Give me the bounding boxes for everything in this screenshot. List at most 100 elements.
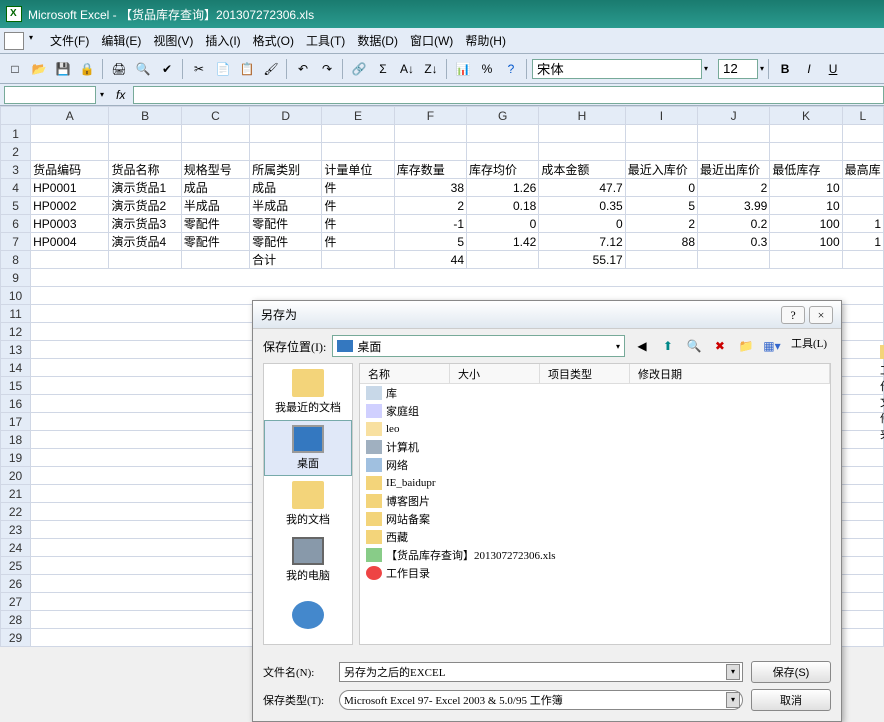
row-header[interactable]: 17 <box>1 413 31 431</box>
save-location-combo[interactable]: 桌面 ▾ <box>332 335 625 357</box>
place-recent[interactable]: 我最近的文档 <box>264 364 352 420</box>
tools-menu[interactable]: 工具(L) <box>787 335 831 357</box>
menu-view[interactable]: 视图(V) <box>147 29 199 52</box>
up-button[interactable]: ⬆ <box>657 335 679 357</box>
new-folder-button[interactable]: 📁 <box>735 335 757 357</box>
menu-format[interactable]: 格式(O) <box>247 29 300 52</box>
views-button[interactable]: ▦▾ <box>761 335 783 357</box>
format-painter-button[interactable]: 🖌 <box>260 58 282 80</box>
list-item[interactable]: 工作目录 <box>360 564 830 582</box>
filetype-combo[interactable]: Microsoft Excel 97- Excel 2003 & 5.0/95 … <box>339 690 743 710</box>
select-all-corner[interactable] <box>1 107 31 125</box>
col-size[interactable]: 大小 <box>450 364 540 383</box>
back-button[interactable]: ◀ <box>631 335 653 357</box>
row-header[interactable]: 28 <box>1 611 31 629</box>
paste-button[interactable]: 📋 <box>236 58 258 80</box>
row-header[interactable]: 16 <box>1 395 31 413</box>
row-header[interactable]: 24 <box>1 539 31 557</box>
file-list[interactable]: 名称 大小 项目类型 修改日期 库 工作文件夹 家庭组 leo 计算机 网络 I… <box>359 363 831 645</box>
bold-button[interactable]: B <box>774 58 796 80</box>
menu-tools[interactable]: 工具(T) <box>300 29 351 52</box>
cancel-button[interactable]: 取消 <box>751 689 831 711</box>
col-header-D[interactable]: D <box>250 107 322 125</box>
row-header[interactable]: 25 <box>1 557 31 575</box>
col-header-G[interactable]: G <box>467 107 539 125</box>
col-header-K[interactable]: K <box>770 107 842 125</box>
list-item[interactable]: 【货品库存查询】201307272306.xls <box>360 546 830 564</box>
row-header[interactable]: 7 <box>1 233 31 251</box>
cut-button[interactable]: ✂ <box>188 58 210 80</box>
row-header[interactable]: 14 <box>1 359 31 377</box>
place-desktop[interactable]: 桌面 <box>264 420 352 476</box>
col-name[interactable]: 名称 <box>360 364 450 383</box>
list-item[interactable]: 家庭组 <box>360 402 830 420</box>
save-button[interactable]: 保存(S) <box>751 661 831 683</box>
row-header[interactable]: 15 <box>1 377 31 395</box>
row-header[interactable]: 10 <box>1 287 31 305</box>
formula-input[interactable] <box>133 86 884 104</box>
col-header-E[interactable]: E <box>322 107 394 125</box>
row-header[interactable]: 26 <box>1 575 31 593</box>
col-header-A[interactable]: A <box>31 107 109 125</box>
col-header-B[interactable]: B <box>109 107 181 125</box>
save-button[interactable]: 💾 <box>52 58 74 80</box>
list-item[interactable]: 网络 <box>360 456 830 474</box>
row-header[interactable]: 9 <box>1 269 31 287</box>
sort-asc-button[interactable]: A↓ <box>396 58 418 80</box>
row-header[interactable]: 13 <box>1 341 31 359</box>
row-header[interactable]: 6 <box>1 215 31 233</box>
row-header[interactable]: 11 <box>1 305 31 323</box>
menu-data[interactable]: 数据(D) <box>351 29 404 52</box>
font-size-combo[interactable] <box>718 59 758 79</box>
menu-help[interactable]: 帮助(H) <box>459 29 512 52</box>
zoom-button[interactable]: % <box>476 58 498 80</box>
new-button[interactable]: □ <box>4 58 26 80</box>
spell-button[interactable]: ✔ <box>156 58 178 80</box>
search-button[interactable]: 🔍 <box>683 335 705 357</box>
preview-button[interactable]: 🔍 <box>132 58 154 80</box>
new-doc-icon[interactable] <box>4 32 24 50</box>
col-header-I[interactable]: I <box>625 107 697 125</box>
menu-edit[interactable]: 编辑(E) <box>95 29 147 52</box>
sum-button[interactable]: Σ <box>372 58 394 80</box>
col-type[interactable]: 项目类型 <box>540 364 630 383</box>
list-item[interactable]: 西藏 <box>360 528 830 546</box>
dialog-titlebar[interactable]: 另存为 ? × <box>253 301 841 329</box>
link-button[interactable]: 🔗 <box>348 58 370 80</box>
row-header[interactable]: 21 <box>1 485 31 503</box>
col-header-H[interactable]: H <box>539 107 625 125</box>
place-mycomputer[interactable]: 我的电脑 <box>264 532 352 588</box>
menu-file[interactable]: 文件(F) <box>44 29 95 52</box>
filename-input[interactable]: 另存为之后的EXCEL▾ <box>339 662 743 682</box>
place-network[interactable] <box>264 588 352 644</box>
dialog-help-button[interactable]: ? <box>781 306 805 324</box>
chart-button[interactable]: 📊 <box>452 58 474 80</box>
help-button[interactable]: ? <box>500 58 522 80</box>
menu-insert[interactable]: 插入(I) <box>199 29 246 52</box>
font-name-combo[interactable] <box>532 59 702 79</box>
print-button[interactable]: 🖨 <box>108 58 130 80</box>
list-item[interactable]: 库 工作文件夹 <box>360 384 830 402</box>
menu-window[interactable]: 窗口(W) <box>404 29 459 52</box>
row-header[interactable]: 27 <box>1 593 31 611</box>
row-header[interactable]: 5 <box>1 197 31 215</box>
italic-button[interactable]: I <box>798 58 820 80</box>
row-header[interactable]: 3 <box>1 161 31 179</box>
col-header-F[interactable]: F <box>394 107 466 125</box>
file-list-header[interactable]: 名称 大小 项目类型 修改日期 <box>360 364 830 384</box>
redo-button[interactable]: ↷ <box>316 58 338 80</box>
place-mydocs[interactable]: 我的文档 <box>264 476 352 532</box>
row-header[interactable]: 4 <box>1 179 31 197</box>
list-item[interactable]: 博客图片 <box>360 492 830 510</box>
row-header[interactable]: 2 <box>1 143 31 161</box>
list-item[interactable]: 网站备案 <box>360 510 830 528</box>
row-header[interactable]: 18 <box>1 431 31 449</box>
permission-button[interactable]: 🔒 <box>76 58 98 80</box>
name-box[interactable] <box>4 86 96 104</box>
row-header[interactable]: 12 <box>1 323 31 341</box>
underline-button[interactable]: U <box>822 58 844 80</box>
list-item[interactable]: leo <box>360 420 830 438</box>
fx-label[interactable]: fx <box>108 88 133 102</box>
row-header[interactable]: 19 <box>1 449 31 467</box>
sort-desc-button[interactable]: Z↓ <box>420 58 442 80</box>
